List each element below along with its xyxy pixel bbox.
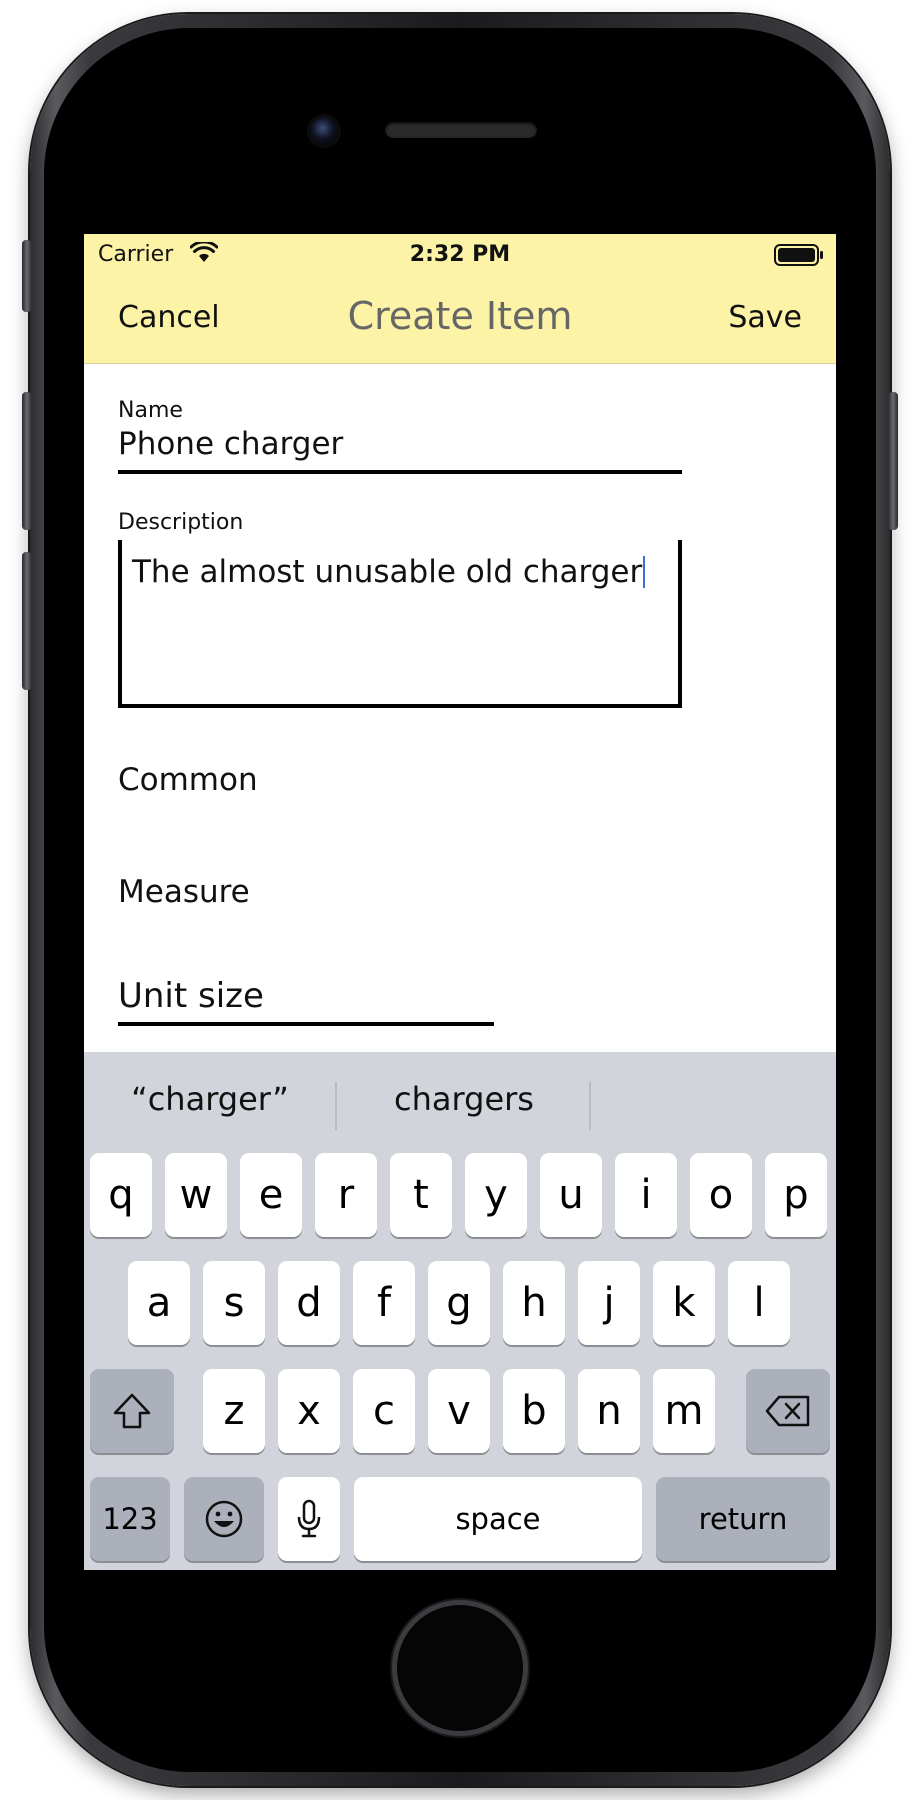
key-d[interactable]: d — [278, 1261, 340, 1345]
key-g[interactable]: g — [428, 1261, 490, 1345]
status-bar: Carrier 2:32 PM — [84, 234, 836, 276]
key-r[interactable]: r — [315, 1153, 377, 1237]
volume-down-button — [22, 552, 32, 690]
key-v[interactable]: v — [428, 1369, 490, 1453]
battery-icon — [774, 244, 824, 272]
key-m[interactable]: m — [653, 1369, 715, 1453]
name-label: Name — [118, 398, 183, 423]
key-z[interactable]: z — [203, 1369, 265, 1453]
backspace-key[interactable] — [746, 1369, 830, 1453]
key-s[interactable]: s — [203, 1261, 265, 1345]
text-caret — [643, 556, 646, 588]
description-value: The almost unusable old charger — [132, 554, 643, 590]
key-w[interactable]: w — [165, 1153, 227, 1237]
microphone-key[interactable] — [278, 1477, 340, 1561]
name-input[interactable]: Phone charger — [118, 426, 682, 474]
page-title: Create Item — [347, 294, 573, 338]
emoji-key[interactable] — [184, 1477, 264, 1561]
key-u[interactable]: u — [540, 1153, 602, 1237]
predictive-bar: “charger” chargers — [84, 1052, 836, 1152]
key-y[interactable]: y — [465, 1153, 527, 1237]
measure-field[interactable]: Measure — [118, 874, 250, 910]
key-l[interactable]: l — [728, 1261, 790, 1345]
key-h[interactable]: h — [503, 1261, 565, 1345]
suggestion-divider — [589, 1082, 591, 1130]
save-button[interactable]: Save — [728, 300, 802, 335]
key-q[interactable]: q — [90, 1153, 152, 1237]
front-camera — [310, 117, 338, 145]
suggestion-2[interactable]: chargers — [338, 1080, 590, 1118]
common-field[interactable]: Common — [118, 762, 258, 798]
key-o[interactable]: o — [690, 1153, 752, 1237]
emoji-icon — [205, 1500, 243, 1538]
home-button[interactable] — [392, 1600, 528, 1736]
volume-up-button — [22, 392, 32, 530]
unit-size-input[interactable]: Unit size — [118, 976, 494, 1026]
description-textarea[interactable]: The almost unusable old charger — [118, 540, 682, 708]
return-key[interactable]: return — [656, 1477, 830, 1561]
microphone-icon — [297, 1499, 321, 1538]
space-key[interactable]: space — [354, 1477, 642, 1561]
suggestion-divider — [335, 1082, 337, 1130]
mute-switch — [22, 240, 32, 312]
screen: Carrier 2:32 PM Cancel Create Item Save … — [84, 234, 836, 1570]
key-a[interactable]: a — [128, 1261, 190, 1345]
backspace-icon — [765, 1395, 810, 1427]
key-b[interactable]: b — [503, 1369, 565, 1453]
numbers-key[interactable]: 123 — [90, 1477, 170, 1561]
keyboard: “charger” chargers q w e r t y u i o p a… — [84, 1052, 836, 1570]
key-f[interactable]: f — [353, 1261, 415, 1345]
key-i[interactable]: i — [615, 1153, 677, 1237]
status-time: 2:32 PM — [409, 242, 511, 267]
shift-icon — [113, 1393, 151, 1429]
key-e[interactable]: e — [240, 1153, 302, 1237]
power-button — [888, 392, 898, 530]
key-k[interactable]: k — [653, 1261, 715, 1345]
key-p[interactable]: p — [765, 1153, 827, 1237]
key-c[interactable]: c — [353, 1369, 415, 1453]
name-value: Phone charger — [118, 426, 344, 462]
unit-size-placeholder: Unit size — [118, 976, 264, 1016]
description-label: Description — [118, 510, 244, 535]
key-n[interactable]: n — [578, 1369, 640, 1453]
shift-key[interactable] — [90, 1369, 174, 1453]
key-j[interactable]: j — [578, 1261, 640, 1345]
navigation-bar: Cancel Create Item Save — [84, 276, 836, 364]
key-x[interactable]: x — [278, 1369, 340, 1453]
key-t[interactable]: t — [390, 1153, 452, 1237]
description-value-wrapper: The almost unusable old charger — [132, 554, 646, 590]
earpiece-speaker — [385, 122, 537, 138]
suggestion-1[interactable]: “charger” — [84, 1080, 336, 1118]
